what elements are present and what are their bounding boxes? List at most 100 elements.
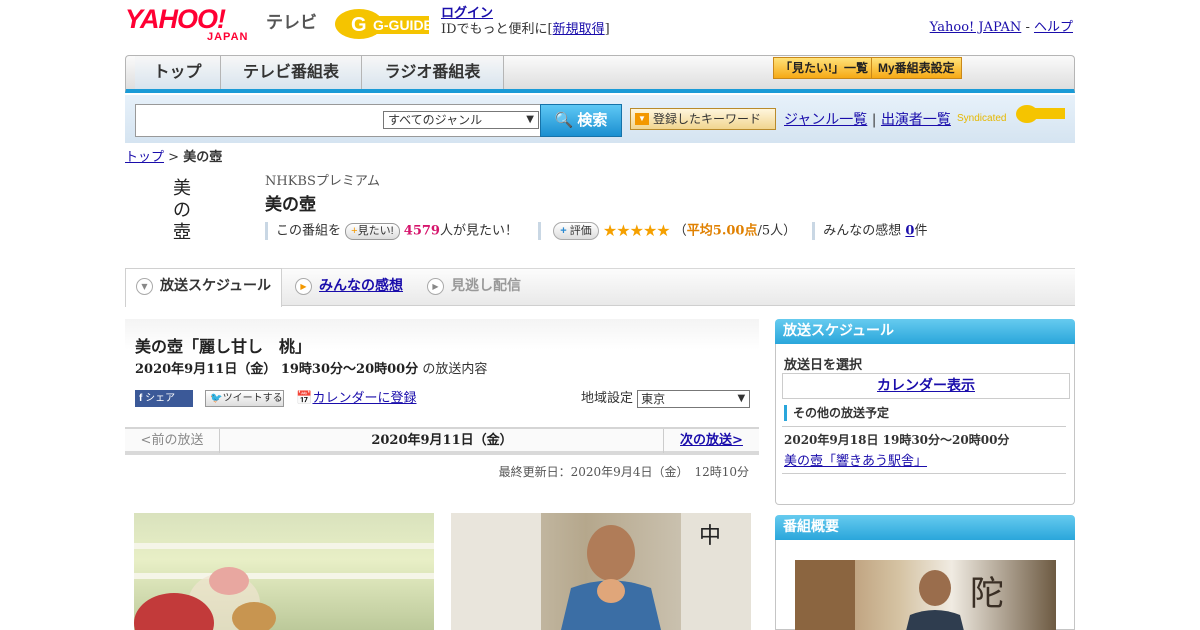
calendar-icon: 📅: [296, 391, 313, 406]
program-logo-char-3: 壺: [173, 222, 191, 243]
login-hint-end: ]: [604, 22, 610, 37]
sidebar-schedule-header: 放送スケジュール: [775, 319, 1075, 344]
link-divider: |: [871, 112, 877, 128]
tweet-button[interactable]: 🐦ツイートする: [205, 390, 285, 407]
program-logo-char-2: の: [173, 200, 191, 221]
mitai-list-button[interactable]: 「見たい!」一覧: [773, 57, 875, 79]
tv-label[interactable]: テレビ: [266, 8, 317, 33]
performer-list-link[interactable]: 出演者一覧: [881, 112, 951, 128]
separator-bar: [538, 222, 542, 240]
separator-bar: [265, 222, 268, 240]
program-tabs: ▼ 放送スケジュール ▶ みんなの感想 ▶ 見逃し配信: [125, 268, 1075, 307]
calendar-register-link[interactable]: カレンダーに登録: [312, 391, 416, 406]
chevron-down-icon: ▼: [136, 278, 153, 295]
program-logo-char-1: 美: [173, 178, 191, 199]
yahoo-logo-text: YAHOO!: [125, 4, 226, 34]
tab-schedule-label: 放送スケジュール: [160, 278, 272, 294]
breadcrumb-top-link[interactable]: トップ: [125, 150, 164, 165]
summary-photo: 陀: [795, 560, 1056, 630]
calendar-view-button[interactable]: カレンダー表示: [782, 373, 1070, 399]
divider: [782, 473, 1066, 474]
search-bar: すべてのジャンル ▼ 🔍 検索 ▼ 登録したキーワード ジャンル一覧 | 出演者…: [125, 95, 1075, 143]
genre-select[interactable]: すべてのジャンル ▼: [383, 111, 539, 129]
other-broadcasts-label: その他の放送予定: [784, 405, 889, 421]
tab-kansou-label: みんなの感想: [319, 278, 403, 294]
facebook-share-label: シェア: [145, 393, 176, 404]
rate-button-label: 評価: [569, 225, 592, 237]
tweet-button-label: ツイートする: [222, 393, 283, 404]
registered-keyword-button[interactable]: ▼ 登録したキーワード: [630, 108, 776, 130]
nav-tab-radio[interactable]: ラジオ番組表: [362, 56, 504, 89]
program-title: 美の壺: [265, 195, 316, 215]
region-select[interactable]: 東京 ▼: [637, 389, 751, 408]
gguide-logo-text: G-GUIDE: [373, 17, 433, 33]
other-broadcast-link[interactable]: 美の壺「響きあう駅舎」: [784, 450, 927, 469]
login-link[interactable]: ログイン: [441, 6, 493, 21]
genre-list-link[interactable]: ジャンル一覧: [784, 112, 867, 128]
tab-minogashi-label: 見逃し配信: [451, 278, 521, 294]
region-label: 地域設定: [581, 391, 634, 406]
my-table-settings-button[interactable]: My番組表設定: [871, 57, 962, 79]
yahoo-japan-link[interactable]: Yahoo! JAPAN: [930, 20, 1022, 35]
breadcrumb-current: 美の壺: [183, 150, 223, 165]
main-nav: トップ テレビ番組表 ラジオ番組表 「見たい!」一覧 My番組表設定: [125, 55, 1075, 93]
region-setting: 地域設定 東京 ▼: [581, 387, 751, 408]
play-icon: ▶: [295, 278, 312, 295]
help-separator: -: [1025, 20, 1030, 35]
tab-minogashi[interactable]: ▶ 見逃し配信: [417, 269, 537, 306]
login-block: ログイン IDでもっと便利に[新規取得]: [441, 6, 610, 38]
svg-text:G: G: [351, 14, 367, 36]
episode-time-suffix: の放送内容: [422, 362, 488, 377]
kansou-label: みんなの感想: [823, 223, 902, 239]
other-broadcast-date: 2020年9月18日 19時30分～20時00分: [784, 433, 1010, 447]
episode-photo-host: 中: [451, 513, 751, 630]
search-links: ジャンル一覧 | 出演者一覧: [784, 109, 951, 129]
plus-icon: +: [560, 225, 567, 237]
separator-bar: [812, 222, 816, 240]
episode-time-line: 2020年9月11日（金） 19時30分～20時00分 の放送内容: [135, 358, 487, 377]
syndicated-label: Syndicated: [957, 113, 1007, 124]
tab-schedule[interactable]: ▼ 放送スケジュール: [125, 268, 282, 307]
top-right-links: Yahoo! JAPAN - ヘルプ: [930, 16, 1073, 35]
yahoo-japan-logo[interactable]: YAHOO! JAPAN: [125, 4, 263, 44]
episode-photo-peach: [134, 513, 434, 630]
mitai-count: 4579: [403, 223, 440, 239]
program-stats: この番組を +見たい! 4579人が見たい！ + 評価 ★★★★★ （平均5.0…: [265, 221, 927, 241]
facebook-icon: f: [139, 393, 143, 404]
facebook-share-button[interactable]: f シェア: [135, 390, 193, 407]
avg-score: 平均5.00点: [686, 223, 758, 239]
rate-button[interactable]: + 評価: [553, 222, 599, 240]
sidebar-summary-panel: 陀: [775, 540, 1075, 630]
search-button[interactable]: 🔍 検索: [540, 104, 622, 137]
login-hint: IDでもっと便利に[: [441, 22, 553, 37]
nav-tab-tv[interactable]: テレビ番組表: [221, 56, 362, 89]
select-date-label: 放送日を選択: [784, 358, 863, 373]
registered-keyword-label: 登録したキーワード: [653, 112, 762, 126]
share-row: f シェア 🐦ツイートする 📅カレンダーに登録: [135, 387, 416, 407]
mitai-button[interactable]: +見たい!: [345, 222, 400, 240]
genre-select-value: すべてのジャンル: [388, 113, 483, 127]
region-select-value: 東京: [641, 391, 666, 406]
last-updated: 最終更新日：2020年9月4日（金） 12時10分: [498, 465, 749, 479]
kansou-suffix: 件: [914, 223, 928, 239]
rating-stars: ★★★★★: [602, 221, 671, 240]
signup-link[interactable]: 新規取得: [553, 22, 605, 37]
chevron-down-icon: ▼: [737, 392, 746, 404]
nav-tab-top[interactable]: トップ: [135, 56, 221, 89]
mitai-button-label: 見たい!: [357, 224, 394, 237]
help-link[interactable]: ヘルプ: [1034, 20, 1073, 35]
search-icon: 🔍: [554, 112, 574, 129]
mitai-suffix: 人が見たい！: [439, 223, 518, 239]
prev-broadcast-link[interactable]: <前の放送: [125, 429, 220, 453]
sidebar-summary-header: 番組概要: [775, 515, 1075, 540]
gguide-logo[interactable]: G G-GUIDE: [333, 6, 433, 42]
next-broadcast-link[interactable]: 次の放送>: [663, 429, 759, 453]
svg-text:中: 中: [699, 524, 721, 549]
tab-kansou[interactable]: ▶ みんなの感想: [285, 269, 415, 306]
search-button-label: 検索: [577, 112, 608, 129]
episode-time: 2020年9月11日（金） 19時30分～20時00分: [135, 362, 419, 377]
chevron-down-icon: ▼: [526, 114, 534, 125]
breadcrumb: トップ > 美の壺: [125, 146, 222, 165]
triangle-down-icon: ▼: [635, 113, 649, 125]
svg-text:陀: 陀: [970, 574, 1004, 614]
